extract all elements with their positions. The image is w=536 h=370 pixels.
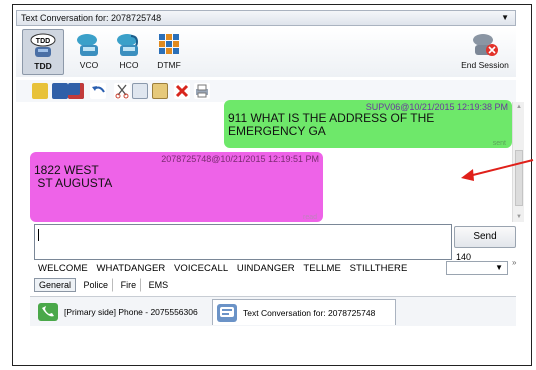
text-conversation-icon	[217, 304, 237, 322]
quick-messages-bar: WELCOME WHATDANGER VOICECALL UINDANGER T…	[38, 263, 413, 275]
copy-icon[interactable]	[132, 83, 148, 99]
paste-icon[interactable]	[152, 83, 168, 99]
print-icon[interactable]	[194, 83, 210, 99]
tdd-button-label: TDD	[34, 61, 52, 71]
cut-icon[interactable]	[114, 83, 130, 99]
send-button[interactable]: Send	[454, 226, 516, 248]
tab-fire[interactable]: Fire	[116, 278, 142, 292]
vco-phone-icon	[75, 32, 103, 58]
tab-phone-session-label: [Primary side] Phone - 2075556306	[64, 307, 198, 317]
window-titlebar: Text Conversation for: 2078725748 ▼	[16, 10, 516, 26]
scroll-up-icon[interactable]: ▲	[516, 104, 522, 110]
annotation-arrow-icon	[461, 159, 534, 181]
edit-toolbar	[16, 80, 516, 102]
hco-button[interactable]: HCO	[108, 29, 150, 75]
delete-icon[interactable]	[174, 83, 190, 99]
tab-ems[interactable]: EMS	[144, 278, 173, 292]
tab-text-conversation-label: Text Conversation for: 2078725748	[243, 308, 376, 318]
open-folder-icon[interactable]	[32, 83, 48, 99]
quick-message-stillthere[interactable]: STILLTHERE	[350, 263, 408, 274]
hco-phone-icon	[115, 32, 143, 58]
end-session-icon	[471, 32, 499, 58]
window-menu-chevron-icon[interactable]: ▼	[501, 11, 509, 25]
quick-message-whatdanger[interactable]: WHATDANGER	[96, 263, 165, 274]
outgoing-message-text-2: EMERGENCY GA	[228, 124, 326, 138]
save-icon[interactable]	[52, 83, 68, 99]
dtmf-keypad-icon	[155, 32, 183, 58]
overflow-chevron-icon[interactable]: »	[512, 258, 516, 267]
quick-message-tellme[interactable]: TELLME	[303, 263, 341, 274]
end-session-button[interactable]: End Session	[456, 29, 514, 75]
vco-button[interactable]: VCO	[68, 29, 110, 75]
tab-general[interactable]: General	[34, 278, 77, 292]
quick-message-dropdown[interactable]: ▼	[446, 261, 508, 275]
tab-text-conversation[interactable]: Text Conversation for: 2078725748	[212, 299, 396, 325]
session-tab-bar: [Primary side] Phone - 2075556306 Text C…	[30, 296, 516, 326]
tab-phone-session[interactable]: [Primary side] Phone - 2075556306	[34, 299, 210, 325]
text-caret	[38, 229, 39, 241]
end-session-label: End Session	[461, 60, 509, 70]
outgoing-message-bubble: SUPV06@10/21/2015 12:19:38 PM 911 WHAT I…	[224, 100, 512, 148]
svg-text:TDD: TDD	[36, 38, 50, 45]
quick-message-voicecall[interactable]: VOICECALL	[174, 263, 228, 274]
quick-message-welcome[interactable]: WELCOME	[38, 263, 88, 274]
tab-police[interactable]: Police	[79, 278, 114, 292]
undo-icon[interactable]	[90, 83, 106, 99]
incoming-message-bubble: 2078725748@10/21/2015 12:19:51 PM 1822 W…	[30, 152, 323, 222]
tdd-button[interactable]: TDD TDD	[22, 29, 64, 75]
hco-button-label: HCO	[119, 60, 139, 70]
dtmf-button[interactable]: DTMF	[148, 29, 190, 75]
chevron-down-icon: ▼	[495, 263, 503, 272]
quick-message-category-tabs: General Police Fire EMS	[34, 278, 172, 294]
phone-handset-icon	[38, 303, 58, 321]
tdd-phone-icon: TDD	[29, 33, 57, 59]
dtmf-button-label: DTMF	[157, 60, 181, 70]
vco-button-label: VCO	[79, 60, 99, 70]
incoming-message-text-2: ST AUGUSTA	[34, 176, 113, 190]
scroll-down-icon[interactable]: ▼	[516, 214, 522, 220]
incoming-message-status: read	[302, 214, 317, 221]
mode-toolbar: TDD TDD VCO HCO DTMF End Session	[16, 27, 516, 77]
outgoing-message-status: sent	[492, 140, 506, 147]
save-as-icon[interactable]	[68, 83, 84, 99]
quick-message-uindanger[interactable]: UINDANGER	[237, 263, 295, 274]
message-input[interactable]	[34, 224, 452, 260]
window-title: Text Conversation for: 2078725748	[21, 13, 162, 23]
